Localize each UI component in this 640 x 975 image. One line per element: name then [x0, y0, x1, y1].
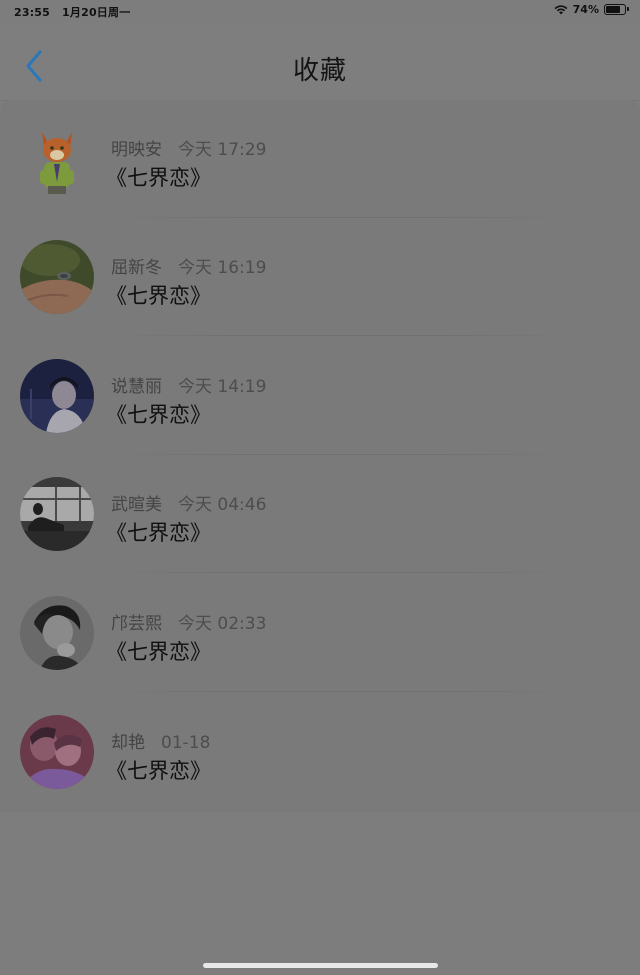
- user-name: 却艳: [111, 733, 145, 753]
- user-name: 屈新冬: [111, 258, 162, 278]
- favorites-list: 明映安 今天 17:29 《七界恋》 屈新冬 今天 16:19 《七界恋》 说慧…: [0, 100, 640, 812]
- divider: [100, 335, 580, 336]
- list-item[interactable]: 明映安 今天 17:29 《七界恋》: [0, 100, 640, 218]
- timestamp: 今天 14:19: [178, 377, 267, 397]
- item-meta: 明映安 今天 17:29: [111, 135, 266, 160]
- list-item[interactable]: 武暄美 今天 04:46 《七界恋》: [0, 455, 640, 573]
- status-bar: 23:55 1月20日周一 74%: [0, 0, 640, 22]
- item-title: 《七界恋》: [106, 521, 211, 545]
- home-indicator[interactable]: [203, 963, 438, 968]
- list-item[interactable]: 屈新冬 今天 16:19 《七界恋》: [0, 218, 640, 336]
- timestamp: 今天 17:29: [178, 140, 267, 160]
- bw-portrait-avatar: [20, 596, 94, 670]
- item-meta: 武暄美 今天 04:46: [111, 490, 266, 515]
- nav-header: 收藏: [0, 22, 640, 101]
- item-meta: 却艳 01-18: [111, 728, 210, 753]
- avatar: [20, 240, 94, 314]
- item-title: 《七界恋》: [106, 284, 211, 308]
- timestamp: 今天 02:33: [178, 614, 267, 634]
- status-indicators: 74%: [554, 3, 629, 16]
- timestamp: 01-18: [161, 733, 211, 753]
- item-title: 《七界恋》: [106, 166, 211, 190]
- hand-ring-avatar: [20, 240, 94, 314]
- user-name: 说慧丽: [111, 377, 162, 397]
- avatar: [20, 596, 94, 670]
- wifi-icon: [554, 5, 568, 15]
- item-meta: 说慧丽 今天 14:19: [111, 372, 266, 397]
- battery-icon: [604, 4, 629, 15]
- fox-character-avatar: [20, 122, 94, 196]
- divider: [100, 572, 580, 573]
- item-meta: 邝芸熙 今天 02:33: [111, 609, 266, 634]
- avatar: [20, 477, 94, 551]
- item-title: 《七界恋》: [106, 640, 211, 664]
- avatar: [20, 359, 94, 433]
- avatar: [20, 715, 94, 789]
- list-item[interactable]: 说慧丽 今天 14:19 《七界恋》: [0, 337, 640, 455]
- list-item[interactable]: 却艳 01-18 《七界恋》: [0, 693, 640, 811]
- date-label: 1月20日周一: [62, 6, 131, 19]
- user-name: 明映安: [111, 140, 162, 160]
- avatar: [20, 122, 94, 196]
- couple-portrait-avatar: [20, 715, 94, 789]
- item-meta: 屈新冬 今天 16:19: [111, 253, 266, 278]
- timestamp: 今天 04:46: [178, 495, 267, 515]
- battery-percent: 74%: [572, 3, 599, 16]
- divider: [100, 691, 580, 692]
- item-title: 《七界恋》: [106, 403, 211, 427]
- user-name: 邝芸熙: [111, 614, 162, 634]
- window-silhouette-avatar: [20, 477, 94, 551]
- item-title: 《七界恋》: [106, 759, 211, 783]
- status-time: 23:55 1月20日周一: [14, 4, 130, 20]
- list-item[interactable]: 邝芸熙 今天 02:33 《七界恋》: [0, 574, 640, 692]
- timestamp: 今天 16:19: [178, 258, 267, 278]
- user-name: 武暄美: [111, 495, 162, 515]
- person-portrait-avatar: [20, 359, 94, 433]
- page-title: 收藏: [292, 56, 347, 86]
- clock: 23:55: [14, 6, 51, 19]
